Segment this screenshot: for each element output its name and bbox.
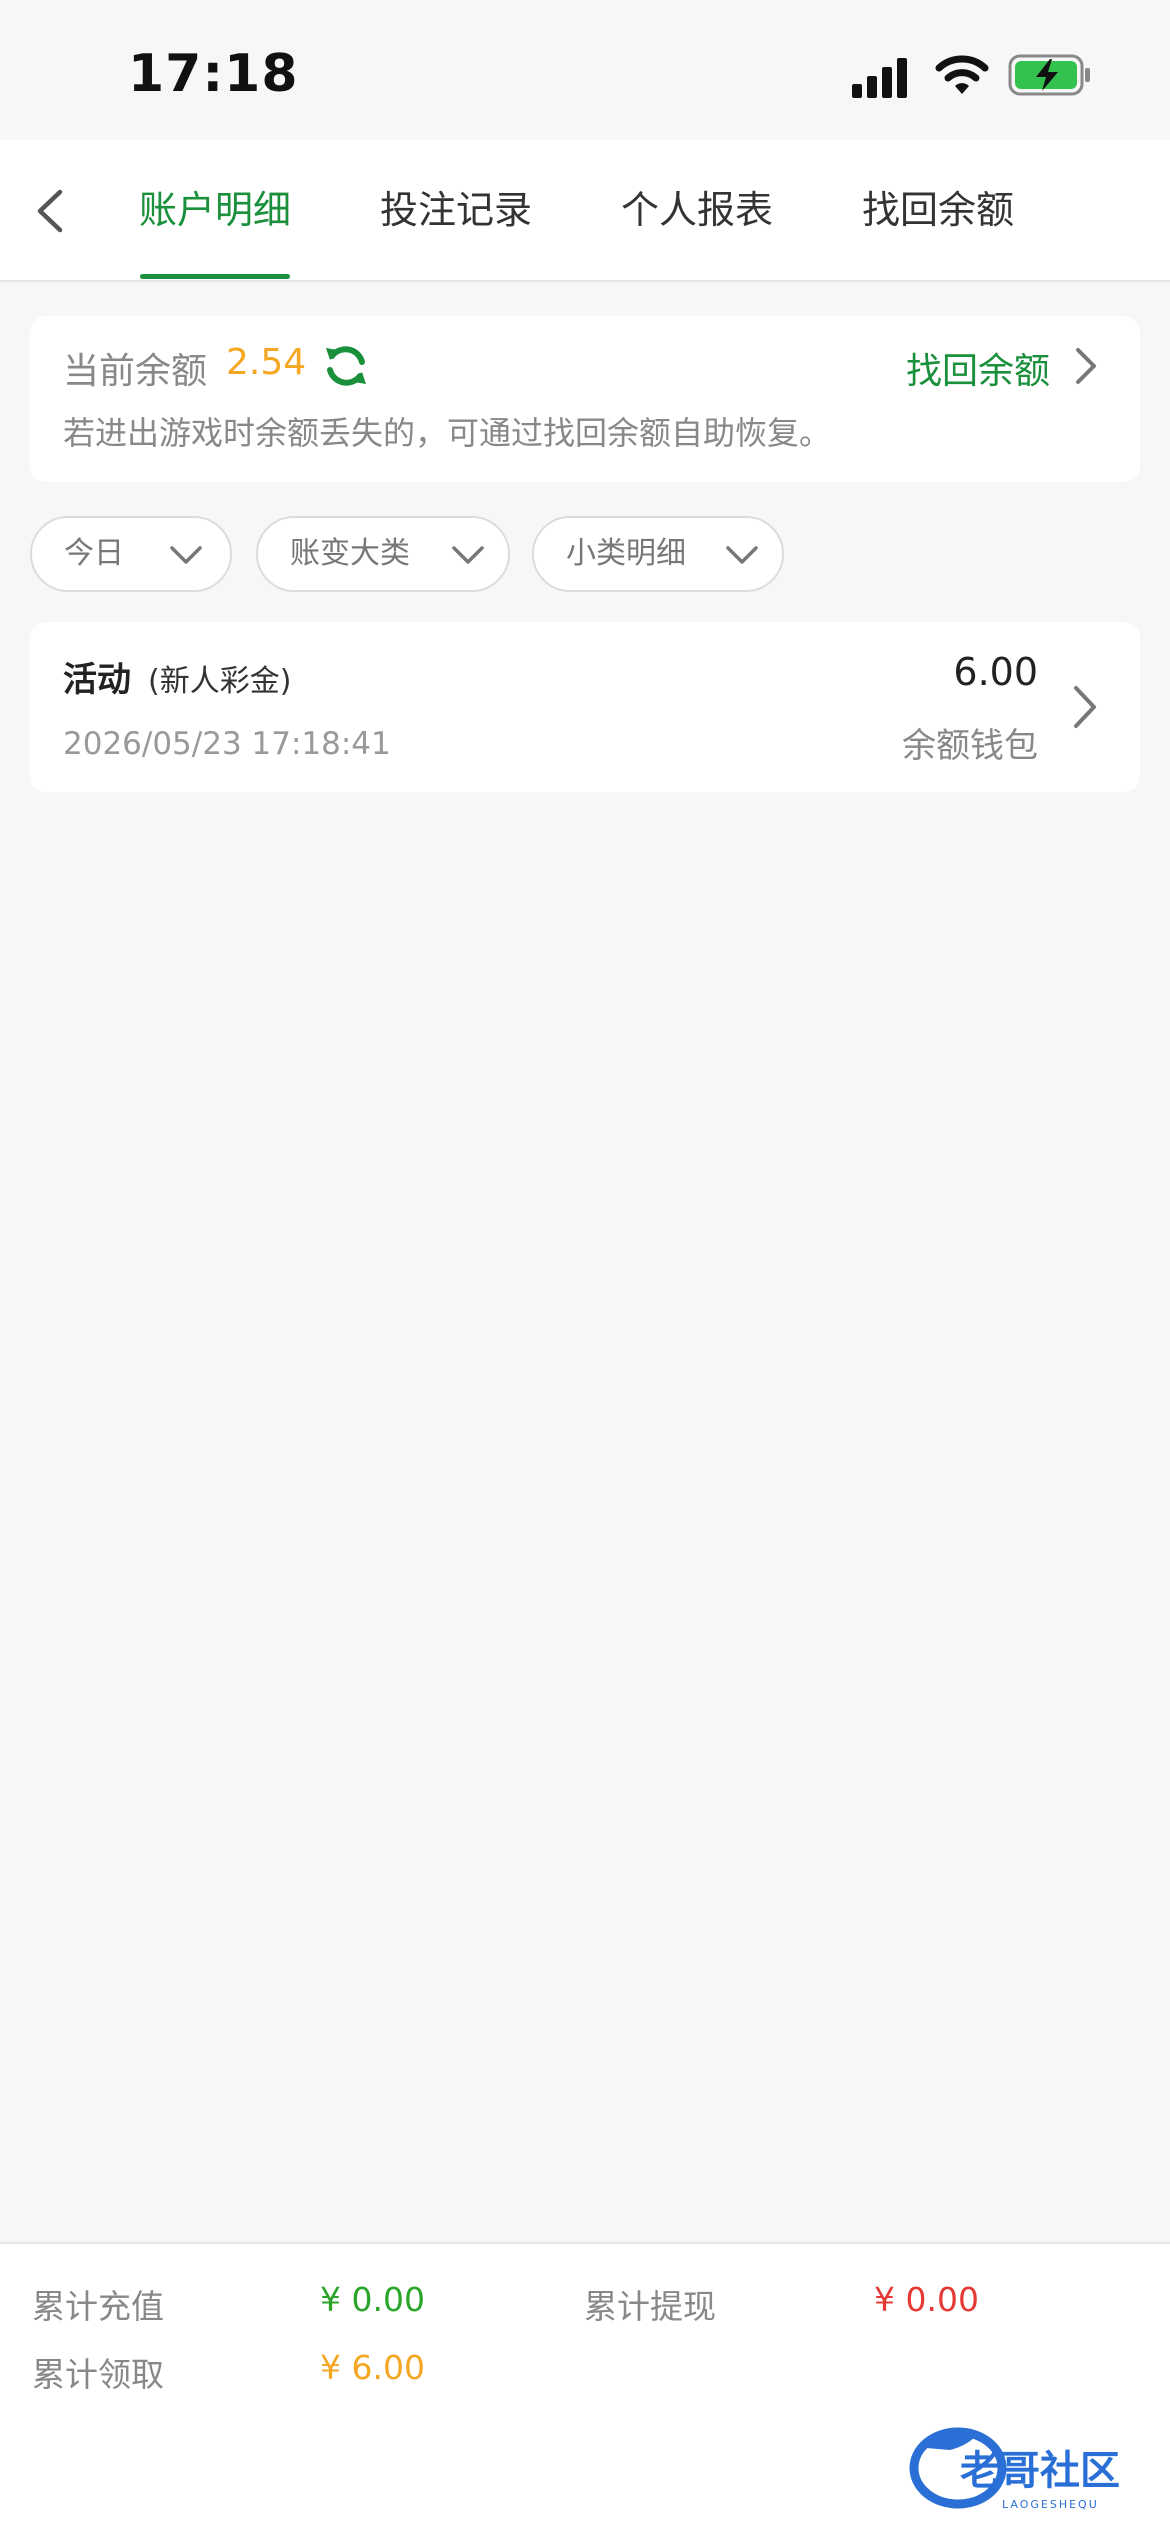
chevron-down-icon — [726, 546, 758, 564]
total-recharge-label: 累计充值 — [32, 2287, 164, 2326]
filter-category-dropdown[interactable]: 账变大类 — [256, 516, 510, 592]
filter-date-label: 今日 — [64, 536, 124, 571]
cellular-signal-icon — [852, 58, 907, 98]
transaction-wallet: 余额钱包 — [902, 726, 1038, 766]
total-withdraw-value: ¥ 0.00 — [874, 2280, 979, 2319]
transaction-subtitle: (新人彩金) — [148, 664, 292, 699]
status-bar: 17:18 — [0, 0, 1170, 140]
total-claim-value: ¥ 6.00 — [320, 2348, 425, 2387]
nav-bar: 账户明细 投注记录 个人报表 找回余额 — [0, 140, 1170, 282]
filter-subcategory-dropdown[interactable]: 小类明细 — [532, 516, 784, 592]
chevron-down-icon — [452, 546, 484, 564]
tab-recover-balance[interactable]: 找回余额 — [843, 140, 1033, 280]
filter-subcategory-label: 小类明细 — [566, 536, 686, 571]
balance-hint: 若进出游戏时余额丢失的，可通过找回余额自助恢复。 — [63, 414, 832, 452]
tab-account-details[interactable]: 账户明细 — [120, 140, 310, 280]
back-chevron-icon[interactable] — [30, 186, 70, 236]
filter-date-dropdown[interactable]: 今日 — [30, 516, 232, 592]
transaction-time: 2026/05/23 17:18:41 — [63, 726, 391, 762]
total-claim-label: 累计领取 — [32, 2355, 164, 2394]
filter-category-label: 账变大类 — [290, 536, 410, 571]
transaction-title: 活动 — [63, 660, 131, 700]
balance-label: 当前余额 — [63, 351, 208, 392]
transaction-list-item[interactable]: 活动 (新人彩金) 2026/05/23 17:18:41 6.00 余额钱包 — [30, 622, 1140, 792]
svg-text:老哥社区: 老哥社区 — [960, 2448, 1120, 2494]
balance-card: 当前余额 2.54 找回余额 若进出游戏时余额丢失的，可通过找回余额自助恢复。 — [30, 316, 1140, 482]
refresh-icon[interactable] — [322, 342, 370, 390]
tab-personal-report[interactable]: 个人报表 — [602, 140, 792, 280]
chevron-down-icon — [170, 546, 202, 564]
recover-balance-link[interactable]: 找回余额 — [906, 342, 1050, 394]
tab-bet-records[interactable]: 投注记录 — [361, 140, 551, 280]
chevron-right-icon — [1074, 686, 1096, 728]
total-withdraw-label: 累计提现 — [584, 2287, 716, 2326]
wifi-icon — [935, 55, 989, 94]
total-recharge-value: ¥ 0.00 — [320, 2280, 425, 2319]
watermark-logo: 老哥社区 LAOGESHEQU — [909, 2427, 1120, 2511]
status-time: 17:18 — [128, 44, 299, 104]
transaction-amount: 6.00 — [953, 650, 1038, 694]
chevron-right-icon[interactable] — [1070, 346, 1100, 386]
active-tab-indicator — [140, 274, 290, 279]
balance-value: 2.54 — [226, 342, 307, 383]
svg-text:LAOGESHEQU: LAOGESHEQU — [1002, 2498, 1099, 2511]
battery-charging-icon — [1008, 54, 1090, 96]
